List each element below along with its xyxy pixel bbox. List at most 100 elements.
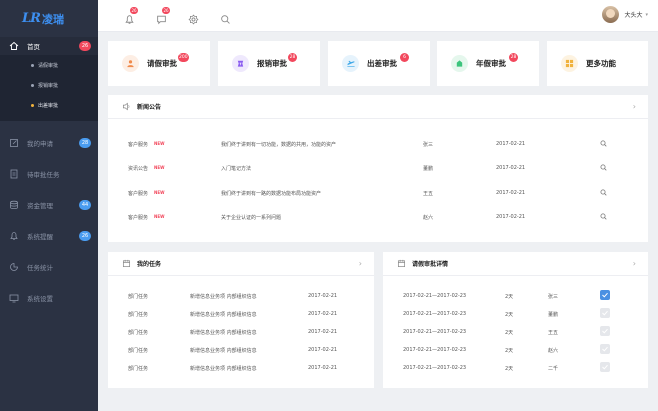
- table-row[interactable]: 部门任务 新增信息业务项 内部组织信息 2017-02-21: [108, 365, 374, 375]
- brand-logo[interactable]: LR 凌瑞: [0, 0, 98, 37]
- approve-checkbox[interactable]: [600, 362, 610, 372]
- search-icon[interactable]: [600, 140, 607, 147]
- table-row[interactable]: 2017-02-21—2017-02-23 2天 二千: [383, 362, 648, 376]
- sidebar-item-applications[interactable]: 我的申请 28: [0, 127, 98, 158]
- badge-count: 26: [130, 7, 138, 14]
- badge-count: 26: [79, 41, 91, 51]
- sidebar-item-funds[interactable]: 资金管理 44: [0, 189, 98, 220]
- leave-panel: 请假审批详情 › 2017-02-21—2017-02-23 2天 张三 201…: [383, 252, 648, 388]
- sidebar-item-reminders[interactable]: 系统提醒 26: [0, 220, 98, 251]
- approve-checkbox[interactable]: [600, 326, 610, 336]
- table-row[interactable]: 客户服务 NEW 我们终于讲到有一切功能，数据的共用，功能的资产 张三 2017…: [108, 132, 648, 156]
- sidebar-item-pending[interactable]: 待审批任务: [0, 158, 98, 189]
- notifications-button[interactable]: 26: [124, 7, 138, 24]
- table-row[interactable]: 资讯公告 NEW 入门笔记方法 董鹏 2017-02-21: [108, 156, 648, 180]
- applicant: 赵六: [548, 348, 559, 354]
- category: 客户服务: [128, 142, 149, 148]
- table-row[interactable]: 部门任务 新增信息业务项 内部组织信息 2017-02-21: [108, 293, 374, 303]
- check-icon: [602, 310, 608, 316]
- sidebar-item-home[interactable]: 首页 26: [0, 37, 98, 55]
- date: 2017-02-21: [496, 214, 526, 220]
- quick-card-expense[interactable]: 报销审批 28: [218, 41, 320, 86]
- sidebar-item-label: 系统提醒: [27, 232, 53, 241]
- date: 2017-02-21: [496, 141, 526, 147]
- chat-icon: [157, 15, 166, 25]
- badge-count: 28: [509, 53, 518, 62]
- table-row[interactable]: 客户服务 NEW 关于企业认证的一系列问题 赵六 2017-02-21: [108, 205, 648, 229]
- sidebar-subitem-trip[interactable]: 出差审批: [0, 95, 98, 115]
- quick-card-trip[interactable]: 出差审批 6: [328, 41, 430, 86]
- document-icon: [8, 168, 20, 180]
- badge-count: 28: [79, 137, 91, 148]
- bullet-dot: [31, 103, 34, 107]
- date: 2017-02-21: [308, 365, 338, 371]
- content: 关于企业认证的一系列问题: [221, 215, 282, 221]
- badge-count: 26: [162, 7, 170, 14]
- user-menu[interactable]: 大头大 ▾: [602, 6, 648, 23]
- chevron-right-icon[interactable]: ›: [359, 259, 362, 268]
- plane-icon: [342, 55, 359, 72]
- date: 2017-02-21: [308, 293, 338, 299]
- speaker-icon: [122, 102, 130, 111]
- menu-list: 我的申请 28 待审批任务 资金管理 44 系统提醒 26 任务统计 系统设置: [0, 127, 98, 313]
- date-range: 2017-02-21—2017-02-23: [403, 365, 467, 371]
- content: 我们终于讲到有一路的数据功能布局功能资产: [221, 191, 322, 197]
- chevron-right-icon[interactable]: ›: [633, 259, 636, 268]
- date-range: 2017-02-21—2017-02-23: [403, 293, 467, 299]
- table-row[interactable]: 2017-02-21—2017-02-23 2天 张三: [383, 290, 648, 304]
- menu-home-group: 首页 26 请假审批 报销审批 出差审批: [0, 37, 98, 121]
- sidebar-subitem-label: 请假审批: [38, 62, 59, 69]
- table-row[interactable]: 2017-02-21—2017-02-23 2天 王五: [383, 326, 648, 340]
- approve-checkbox[interactable]: [600, 344, 610, 354]
- approve-checkbox[interactable]: [600, 308, 610, 318]
- search-button[interactable]: [220, 10, 232, 24]
- sidebar-item-stats[interactable]: 任务统计: [0, 251, 98, 282]
- badge-count: 44: [79, 199, 91, 210]
- sidebar-subitem-leave[interactable]: 请假审批: [0, 55, 98, 75]
- date: 2017-02-21: [496, 165, 526, 171]
- approve-checkbox[interactable]: [600, 290, 610, 300]
- category: 客户服务: [128, 191, 149, 197]
- sidebar-item-label: 系统设置: [27, 294, 53, 303]
- quick-card-leave[interactable]: 请假审批 200: [108, 41, 210, 86]
- edit-icon: [8, 137, 20, 149]
- bell-icon: [125, 15, 134, 24]
- table-row[interactable]: 部门任务 新增信息业务项 内部组织信息 2017-02-21: [108, 329, 374, 339]
- quick-card-label: 年假审批: [476, 59, 506, 68]
- search-icon[interactable]: [600, 213, 607, 220]
- table-row[interactable]: 客户服务 NEW 我们终于讲到有一路的数据功能布局功能资产 王五 2017-02…: [108, 181, 648, 205]
- date-range: 2017-02-21—2017-02-23: [403, 311, 467, 317]
- sidebar-item-label: 我的申请: [27, 139, 53, 148]
- content: 入门笔记方法: [221, 166, 252, 172]
- applicant: 二千: [548, 366, 559, 372]
- database-icon: [8, 199, 20, 211]
- bullet-dot: [31, 63, 34, 67]
- chevron-right-icon[interactable]: ›: [633, 102, 636, 111]
- sidebar-item-label: 任务统计: [27, 263, 53, 272]
- sidebar-subitem-label: 报销审批: [38, 82, 59, 89]
- messages-button[interactable]: 26: [156, 7, 170, 25]
- days: 2天: [505, 312, 514, 318]
- search-icon[interactable]: [600, 164, 607, 171]
- table-row[interactable]: 2017-02-21—2017-02-23 2天 董鹏: [383, 308, 648, 322]
- settings-button[interactable]: [188, 10, 200, 25]
- dept: 部门任务: [128, 294, 149, 300]
- dept: 部门任务: [128, 366, 149, 372]
- sidebar-item-settings[interactable]: 系统设置: [0, 282, 98, 313]
- sidebar-subitem-expense[interactable]: 报销审批: [0, 75, 98, 95]
- quick-card-more[interactable]: 更多功能: [547, 41, 648, 86]
- username: 大头大: [624, 12, 643, 19]
- author: 赵六: [423, 215, 434, 221]
- search-icon[interactable]: [600, 189, 607, 196]
- days: 2天: [505, 366, 514, 372]
- new-tag: NEW: [154, 190, 165, 195]
- table-row[interactable]: 部门任务 新增信息业务项 内部组织信息 2017-02-21: [108, 311, 374, 321]
- date: 2017-02-21: [308, 311, 338, 317]
- dept: 部门任务: [128, 312, 149, 318]
- quick-card-label: 更多功能: [586, 59, 616, 68]
- dept: 部门任务: [128, 348, 149, 354]
- gear-icon: [188, 14, 199, 25]
- table-row[interactable]: 2017-02-21—2017-02-23 2天 赵六: [383, 344, 648, 358]
- table-row[interactable]: 部门任务 新增信息业务项 内部组织信息 2017-02-21: [108, 347, 374, 357]
- quick-card-annual[interactable]: 年假审批 28: [437, 41, 539, 86]
